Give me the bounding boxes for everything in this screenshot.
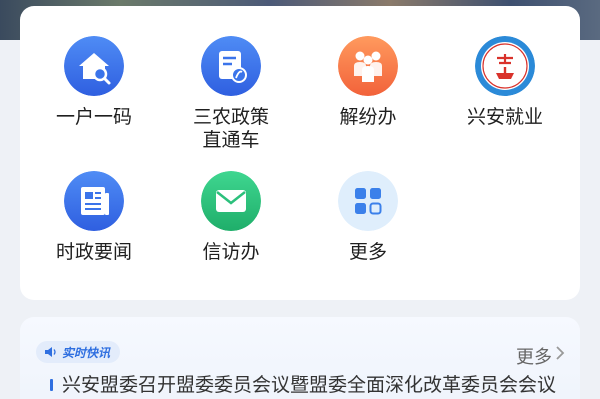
news-more-link[interactable]: 更多 — [516, 343, 552, 369]
news-flash-badge: 实时快讯 — [36, 341, 121, 363]
news-headline[interactable]: 兴安盟委召开盟委委员会议暨盟委全面深化改革委员会会议 — [62, 373, 562, 397]
people-group-icon — [338, 36, 398, 96]
speaker-icon — [45, 347, 56, 357]
news-bullet-marker — [50, 379, 53, 391]
service-label: 解纷办 — [339, 106, 397, 128]
service-label: 时政要闻 — [55, 241, 132, 263]
service-label: 兴安就业 — [466, 106, 543, 128]
newspaper-icon — [64, 171, 124, 231]
service-label: 更多 — [348, 241, 387, 263]
house-search-icon — [64, 36, 124, 96]
service-label: 一户一码 — [55, 106, 132, 128]
employment-emblem-icon — [475, 36, 535, 96]
envelope-icon — [201, 171, 261, 231]
news-flash-label: 实时快讯 — [62, 345, 111, 360]
services-card: 一户一码 三农政策 直通车 解纷办 兴安就业 时政要闻 信访办 更多 — [20, 6, 580, 300]
news-flash-card: 实时快讯 更多 兴安盟委召开盟委委员会议暨盟委全面深化改革委员会会议 — [20, 317, 580, 399]
policy-document-icon — [201, 36, 261, 96]
grid-apps-icon — [338, 171, 398, 231]
service-label: 三农政策 直通车 — [192, 106, 269, 151]
chevron-right-icon[interactable] — [554, 344, 566, 362]
service-label: 信访办 — [202, 241, 260, 263]
